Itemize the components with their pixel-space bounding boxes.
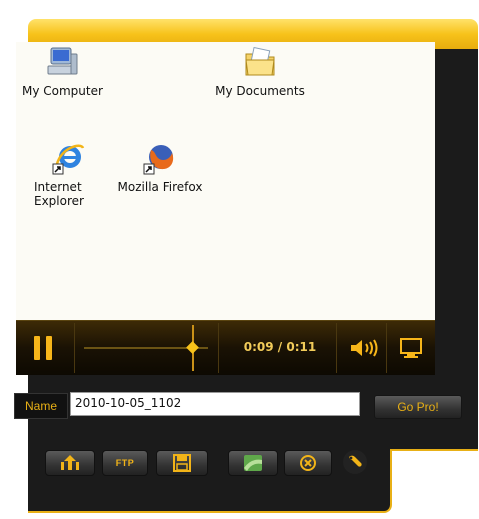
settings-button[interactable] — [340, 448, 370, 476]
desktop-icon-my-computer[interactable]: My Computer — [22, 44, 103, 98]
ftp-button[interactable]: FTP — [102, 450, 148, 476]
volume-icon — [351, 339, 378, 357]
name-label: Name — [14, 393, 68, 419]
save-icon — [173, 454, 191, 472]
desktop-icon-internet-explorer[interactable]: Internet Explorer — [34, 140, 104, 208]
timecode: 0:09 / 0:11 — [243, 340, 317, 354]
pause-icon-bar-right — [46, 336, 52, 360]
pause-icon-bar-left — [34, 336, 40, 360]
save-button[interactable] — [156, 450, 208, 476]
desktop-icon-my-documents[interactable]: My Documents — [212, 44, 308, 98]
seek-thumb[interactable] — [186, 341, 199, 354]
recording-name-field[interactable]: 2010-10-05_1102 — [70, 392, 360, 416]
volume-button[interactable] — [349, 337, 381, 359]
desktop-icon-label: Mozilla Firefox — [117, 180, 203, 194]
my-computer-icon — [47, 47, 78, 75]
upload-icon — [61, 455, 79, 470]
desktop-icon-label-line2: Explorer — [34, 194, 84, 208]
cancel-icon — [300, 455, 316, 471]
monitor-icon — [400, 338, 422, 358]
divider — [74, 323, 75, 373]
wrench-icon — [343, 450, 367, 474]
fullscreen-button[interactable] — [398, 337, 424, 359]
internet-explorer-icon — [52, 144, 85, 175]
desktop-icon-label: My Documents — [215, 84, 305, 98]
my-documents-icon — [245, 46, 275, 76]
desktop-icon-label-line1: Internet — [34, 180, 82, 194]
video-preview[interactable]: My Computer My Documents Internet Explor… — [16, 42, 435, 320]
desktop-icon-mozilla-firefox[interactable]: Mozilla Firefox — [112, 140, 208, 194]
cancel-button[interactable] — [284, 450, 332, 476]
go-pro-button[interactable]: Go Pro! — [374, 395, 462, 419]
pause-button[interactable] — [34, 336, 52, 360]
divider — [218, 323, 219, 373]
desktop-icon-label: My Computer — [22, 84, 103, 98]
upload-button[interactable] — [45, 450, 95, 476]
divider — [336, 323, 337, 373]
playback-bar: 0:09 / 0:11 — [16, 320, 435, 375]
mozilla-firefox-icon — [143, 145, 174, 175]
screencast-button[interactable] — [228, 450, 278, 476]
screencast-icon — [244, 455, 262, 471]
divider — [386, 323, 387, 373]
frame-edge — [390, 449, 478, 451]
